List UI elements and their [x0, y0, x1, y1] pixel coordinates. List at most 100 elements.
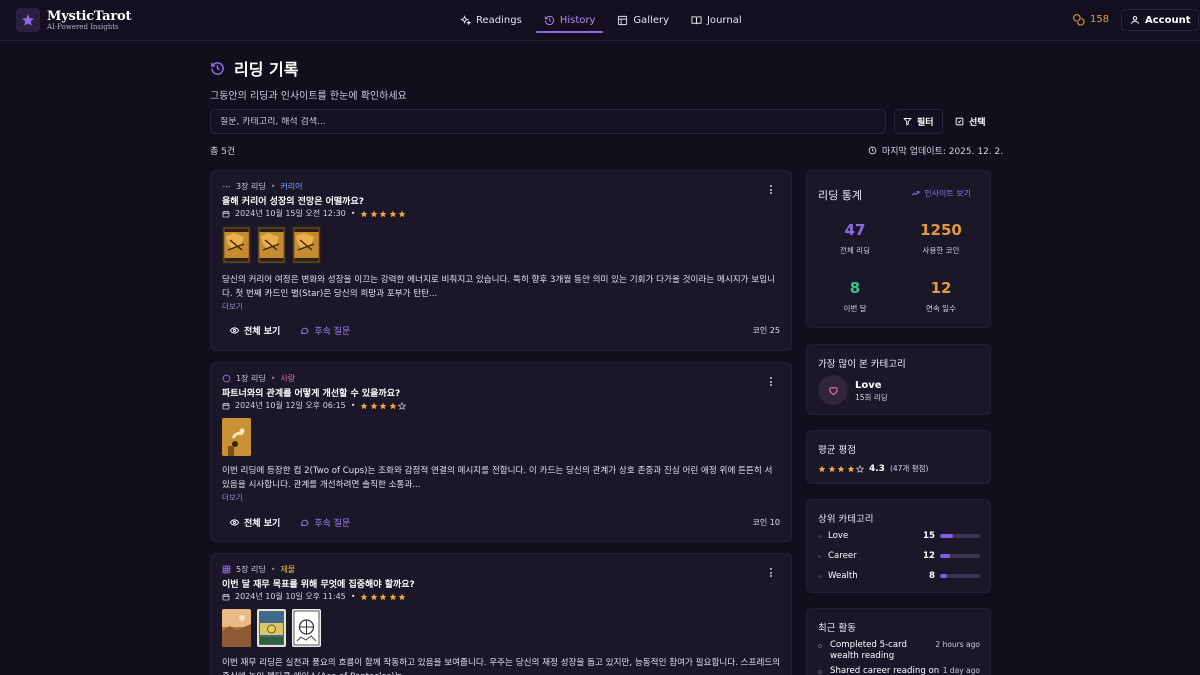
category-name: Love [828, 531, 849, 541]
view-full-button[interactable]: 전체 보기 [230, 324, 280, 337]
avg-rating-value: 4.3 [869, 463, 885, 474]
tarot-card-thumbnail[interactable] [222, 609, 251, 647]
reading-summary: 당신의 커리어 여정은 변화와 성장을 이끄는 강력한 에너지로 비춰지고 있습… [222, 275, 776, 299]
reading-date-row: 2024년 10월 10일 오후 11:45 • [222, 591, 406, 602]
view-full-label: 전체 보기 [244, 519, 281, 529]
activity-time: 2 hours ago [935, 640, 980, 649]
gallery-icon [618, 15, 628, 25]
more-menu-icon[interactable] [770, 377, 774, 388]
follow-up-label: 후속 질문 [314, 327, 351, 337]
top-category-row[interactable]: Love 15 [818, 530, 980, 542]
category-badge[interactable]: 커리어 [280, 181, 302, 192]
activity-item[interactable]: Completed 5-card wealth reading 2 hours … [818, 640, 980, 661]
follow-up-button[interactable]: 후속 질문 [300, 516, 350, 529]
reading-summary: 이번 재무 리딩은 실천과 풍요의 흐름이 함께 작동하고 있음을 보여줍니다.… [222, 658, 781, 675]
star-empty-icon [856, 464, 864, 473]
top-category-row[interactable]: Career 12 [818, 550, 980, 562]
rating-stars [360, 210, 406, 218]
star-filled-icon [389, 210, 397, 217]
circle-spread-icon [222, 374, 231, 383]
read-more-link[interactable]: 더보기 [222, 492, 243, 503]
stat-value: 8 [849, 279, 861, 297]
coin-balance[interactable]: 158 [1072, 13, 1109, 26]
spread-label: 3장 리딩 [236, 182, 266, 191]
brand-name[interactable]: MysticTarot [47, 9, 132, 24]
eye-icon [230, 519, 239, 526]
star-filled-icon [370, 210, 378, 217]
brand-tagline: AI-Powered Insights [47, 23, 119, 31]
star-filled-icon [389, 593, 397, 600]
star-filled-icon [380, 593, 387, 600]
account-button[interactable]: Account [1121, 9, 1200, 31]
star-filled-icon [361, 210, 368, 217]
star-filled-icon [380, 402, 387, 409]
nav-history[interactable]: History [535, 9, 604, 33]
view-full-button[interactable]: 전체 보기 [230, 516, 280, 529]
reading-question[interactable]: 이번 달 재무 목표를 위해 무엇에 집중해야 할까요? [222, 577, 415, 590]
most-viewed-count: 15회 리딩 [855, 393, 888, 402]
trend-up-icon [912, 191, 920, 196]
read-more-link[interactable]: 더보기 [222, 301, 243, 312]
tarot-card-thumbnail[interactable] [292, 226, 321, 264]
more-menu-icon[interactable] [770, 185, 774, 196]
search-input[interactable] [220, 116, 876, 127]
activity-item[interactable]: Shared career reading on 1 day ago [818, 666, 980, 675]
star-filled-icon [399, 593, 406, 600]
stat-total-readings: 47 전체 리딩 [809, 221, 901, 256]
spread-label: 1장 리딩 [236, 374, 266, 383]
stat-label: 전체 리딩 [840, 246, 870, 255]
star-filled-icon [361, 402, 368, 409]
reading-card[interactable]: 3장 리딩 • 커리어 올해 커리어 성장의 전망은 어떨까요? 2024년 1… [210, 170, 792, 351]
filter-button[interactable]: 필터 [894, 109, 943, 134]
category-count: 12 [923, 551, 935, 561]
select-button[interactable]: 선택 [946, 109, 995, 134]
reading-card[interactable]: 5장 리딩 • 재물 이번 달 재무 목표를 위해 무엇에 집중해야 할까요? … [210, 553, 792, 675]
nav-journal[interactable]: Journal [683, 9, 750, 31]
nav-readings[interactable]: Readings [452, 9, 530, 31]
star-filled-icon [370, 402, 378, 409]
follow-up-button[interactable]: 후속 질문 [300, 324, 350, 337]
tarot-card-thumbnail[interactable] [222, 418, 251, 456]
spread-label: 5장 리딩 [236, 565, 266, 574]
search-bar[interactable] [210, 109, 886, 134]
clock-icon [868, 146, 877, 155]
top-categories-panel: 상위 카테고리 Love 15 Career 12 Wealth 8 [806, 499, 991, 593]
filter-label: 필터 [917, 118, 934, 128]
card-thumbnails [222, 609, 321, 647]
total-count: 총 5건 [210, 147, 236, 157]
top-navbar: MysticTarot AI-Powered Insights Readings… [0, 0, 1200, 41]
more-menu-icon[interactable] [770, 568, 774, 579]
account-label: Account [1145, 14, 1191, 26]
star-logo-icon[interactable] [16, 8, 40, 32]
top-category-row[interactable]: Wealth 8 [818, 570, 980, 582]
rating-stars [360, 593, 406, 601]
reading-stats-panel: 리딩 통계 인사이트 보기 47 전체 리딩 1250 사용한 코인 8 이번 … [806, 170, 991, 328]
calendar-icon [222, 210, 230, 217]
reading-actions: 전체 보기 후속 질문 [230, 324, 350, 337]
tarot-card-thumbnail[interactable] [257, 609, 286, 647]
tarot-card-thumbnail[interactable] [222, 226, 251, 264]
reading-question[interactable]: 파트너와의 관계를 어떻게 개선할 수 있을까요? [222, 386, 400, 399]
rating-stars [360, 401, 407, 410]
book-icon [691, 15, 702, 24]
recent-activity-panel: 최근 활동 Completed 5-card wealth reading 2 … [806, 608, 991, 675]
category-count: 8 [929, 571, 935, 581]
most-viewed-category-panel: 가장 많이 본 카테고리 Love 15회 리딩 [806, 344, 991, 415]
last-updated: 마지막 업데이트: 2025. 12. 2. [868, 144, 1003, 157]
category-name: Career [828, 551, 857, 561]
category-badge[interactable]: 사랑 [280, 373, 295, 384]
reading-question[interactable]: 올해 커리어 성장의 전망은 어떨까요? [222, 194, 364, 207]
recent-activity-title: 최근 활동 [818, 623, 856, 634]
tarot-card-thumbnail[interactable] [257, 226, 286, 264]
star-filled-icon [389, 402, 397, 409]
avg-rating-title: 평균 평점 [818, 445, 856, 456]
reading-card[interactable]: 1장 리딩 • 사랑 파트너와의 관계를 어떻게 개선할 수 있을까요? 202… [210, 362, 792, 542]
stat-streak-days: 12 연속 일수 [895, 279, 987, 314]
category-badge[interactable]: 재물 [280, 564, 295, 575]
nav-gallery[interactable]: Gallery [609, 9, 677, 31]
activity-text: Completed 5-card wealth reading [830, 640, 907, 661]
view-full-label: 전체 보기 [244, 327, 281, 337]
insights-link[interactable]: 인사이트 보기 [911, 188, 971, 199]
coin-count: 158 [1090, 14, 1110, 25]
tarot-card-thumbnail[interactable] [292, 609, 321, 647]
